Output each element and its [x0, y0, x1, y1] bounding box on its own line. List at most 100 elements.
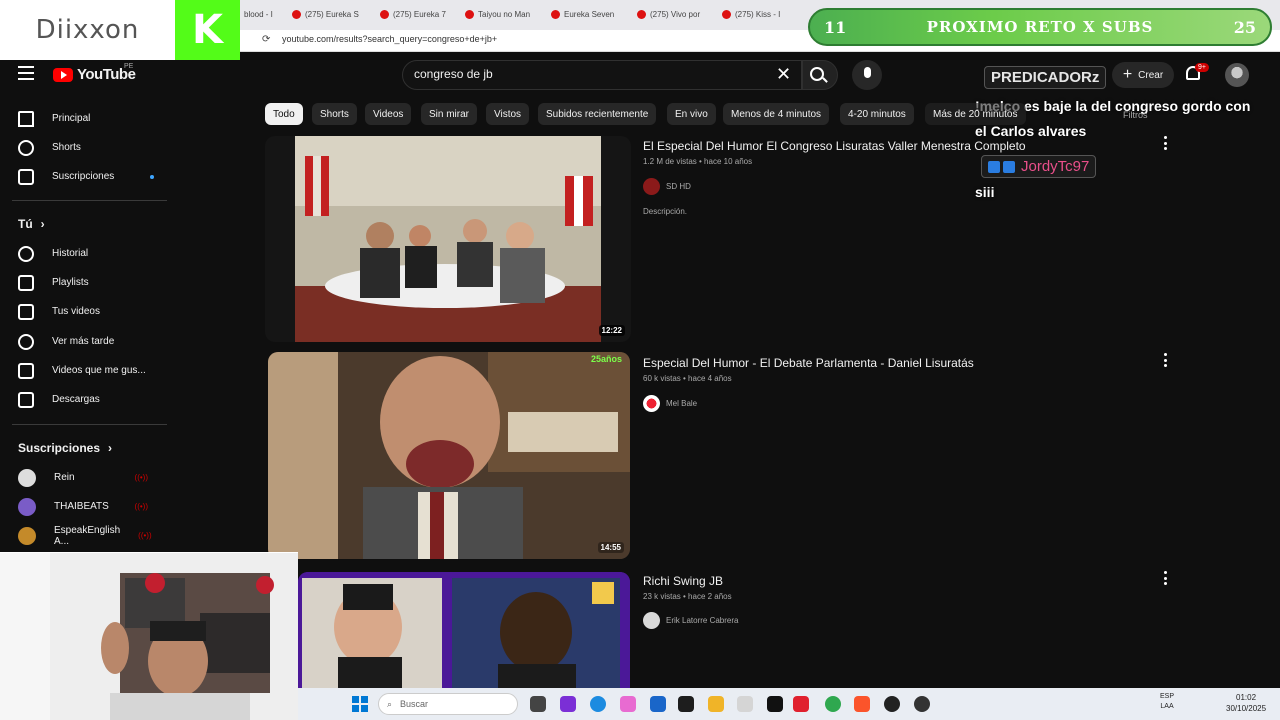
browser-tab[interactable]: (275) Kiss - I	[722, 6, 792, 22]
tiktok-icon[interactable]	[767, 696, 783, 712]
browser-tab[interactable]: (275) Eureka S	[292, 6, 364, 22]
clear-search-icon[interactable]: ✕	[776, 64, 791, 85]
brave-icon[interactable]	[854, 696, 870, 712]
sidebar-item-videos-que-me-gustan[interactable]: Videos que me gus...	[0, 356, 170, 385]
chip-4-20-minutos[interactable]: 4-20 minutos	[840, 103, 914, 125]
live-indicator-icon: ((•))	[134, 473, 148, 482]
more-options-icon[interactable]	[1164, 136, 1168, 150]
refresh-icon[interactable]: ⟳	[262, 34, 270, 45]
browser-tab[interactable]: (275) Vivo por	[637, 6, 707, 22]
more-options-icon[interactable]	[1164, 571, 1168, 585]
obs-icon[interactable]	[884, 696, 900, 712]
plus-icon: +	[1122, 66, 1133, 83]
sidebar-item-suscripciones[interactable]: Suscripciones	[0, 162, 170, 191]
hamburger-menu-icon[interactable]	[18, 66, 34, 80]
channel-link[interactable]: Mel Bale	[643, 395, 697, 412]
chip-en-vivo[interactable]: En vivo	[667, 103, 716, 125]
chip-subidos-recientemente[interactable]: Subidos recientemente	[538, 103, 657, 125]
microphone-icon[interactable]	[864, 67, 871, 78]
task-view-icon[interactable]	[530, 696, 546, 712]
sidebar-item-label: Shorts	[52, 142, 81, 153]
sidebar-item-shorts[interactable]: Shorts	[0, 133, 170, 162]
youtube-favicon-icon	[465, 9, 474, 19]
subscription-item[interactable]: Rein ((•))	[0, 463, 170, 492]
brand-text: Diixxon	[35, 15, 140, 45]
video-thumbnail[interactable]	[298, 572, 630, 688]
copilot-icon[interactable]	[620, 696, 636, 712]
url-text[interactable]: youtube.com/results?search_query=congres…	[282, 34, 497, 44]
sidebar-item-principal[interactable]: Principal	[0, 104, 170, 133]
channel-link[interactable]: SD HD	[643, 178, 691, 195]
streamer-brand-logo: Diixxon	[0, 0, 175, 60]
chip-shorts[interactable]: Shorts	[312, 103, 357, 125]
chevron-right-icon: ›	[108, 441, 113, 455]
youtube-favicon-icon	[292, 9, 301, 19]
video-thumbnail[interactable]: 14:55 25años	[268, 352, 630, 559]
chip-videos[interactable]: Videos	[365, 103, 412, 125]
home-icon	[18, 110, 34, 127]
browser-tab[interactable]: Eureka Seven	[551, 6, 621, 22]
chip-todo[interactable]: Todo	[265, 103, 303, 125]
tab-title: (275) Eureka S	[305, 9, 359, 19]
sidebar-item-descargas[interactable]: Descargas	[0, 385, 170, 414]
search-icon[interactable]	[810, 67, 824, 81]
edge-icon[interactable]	[590, 696, 606, 712]
your-videos-icon	[18, 303, 34, 320]
channel-name: SD HD	[666, 182, 691, 191]
language-indicator[interactable]: ESP LAA	[1160, 692, 1174, 712]
windows-start-icon[interactable]	[352, 696, 368, 712]
sidebar-heading-you[interactable]: Tú ›	[18, 217, 45, 231]
search-icon: ⌕	[387, 698, 393, 709]
chip-sin-mirar[interactable]: Sin mirar	[421, 103, 478, 125]
app-icon[interactable]	[914, 696, 930, 712]
subscription-item[interactable]: THAIBEATS ((•))	[0, 492, 170, 521]
browser-tab[interactable]: Taiyou no Man	[465, 6, 535, 22]
chip-mas-de-20-minutos[interactable]: Más de 20 minutos	[925, 103, 1026, 125]
chrome-icon[interactable]	[825, 696, 841, 712]
chip-menos-de-4-minutos[interactable]: Menos de 4 minutos	[723, 103, 830, 125]
create-button[interactable]: + Crear	[1112, 62, 1174, 88]
sidebar-item-ver-mas-tarde[interactable]: Ver más tarde	[0, 327, 170, 356]
tab-title: (275) Vivo por	[650, 9, 701, 19]
more-options-icon[interactable]	[1164, 353, 1168, 367]
browser-tab[interactable]: blood - I	[244, 6, 284, 22]
playlists-icon	[18, 274, 34, 291]
account-avatar[interactable]	[1225, 63, 1249, 87]
channel-avatar	[18, 468, 36, 487]
app-icon[interactable]	[793, 696, 809, 712]
chip-vistos[interactable]: Vistos	[486, 103, 530, 125]
search-query[interactable]: congreso de jb	[414, 67, 493, 81]
channel-avatar	[643, 395, 660, 412]
sidebar-item-tus-videos[interactable]: Tus videos	[0, 297, 170, 326]
channel-name: THAIBEATS	[54, 501, 109, 512]
sidebar-item-label: Suscripciones	[52, 171, 115, 182]
video-thumbnail[interactable]: 12:22	[265, 136, 631, 342]
app-icon[interactable]	[678, 696, 694, 712]
chat-username: JordyTc97	[1021, 158, 1090, 175]
system-clock[interactable]: 01:02 30/10/2025	[1226, 692, 1266, 714]
subscription-item[interactable]: EspeakEnglish A... ((•))	[0, 521, 170, 550]
subs-goal-bar: 11 PROXIMO RETO X SUBS 25	[808, 8, 1272, 46]
channel-avatar	[643, 612, 660, 629]
video-title[interactable]: Especial Del Humor - El Debate Parlament…	[643, 356, 974, 370]
video-title[interactable]: Richi Swing JB	[643, 574, 723, 588]
file-explorer-icon[interactable]	[708, 696, 724, 712]
video-meta: 1.2 M de vistas • hace 10 años	[643, 157, 753, 166]
sidebar-heading-subscriptions[interactable]: Suscripciones ›	[18, 441, 112, 455]
taskbar-search[interactable]: ⌕ Buscar	[378, 693, 518, 715]
filters-button[interactable]: Filtros	[1123, 110, 1148, 120]
sidebar-item-label: Playlists	[52, 277, 89, 288]
goal-current: 11	[824, 17, 847, 37]
video-title[interactable]: El Especial Del Humor El Congreso Lisura…	[643, 139, 1026, 153]
media-icon[interactable]	[737, 696, 753, 712]
app-icon[interactable]	[560, 696, 576, 712]
video-duration: 12:22	[598, 325, 625, 336]
sidebar-item-playlists[interactable]: Playlists	[0, 268, 170, 297]
video-meta: 60 k vistas • hace 4 años	[643, 374, 732, 383]
mail-icon[interactable]	[650, 696, 666, 712]
sidebar-item-historial[interactable]: Historial	[0, 239, 170, 268]
sidebar-divider	[12, 200, 167, 201]
browser-tab[interactable]: (275) Eureka 7	[380, 6, 450, 22]
channel-link[interactable]: Erik Latorre Cabrera	[643, 612, 738, 629]
history-icon	[18, 245, 34, 262]
